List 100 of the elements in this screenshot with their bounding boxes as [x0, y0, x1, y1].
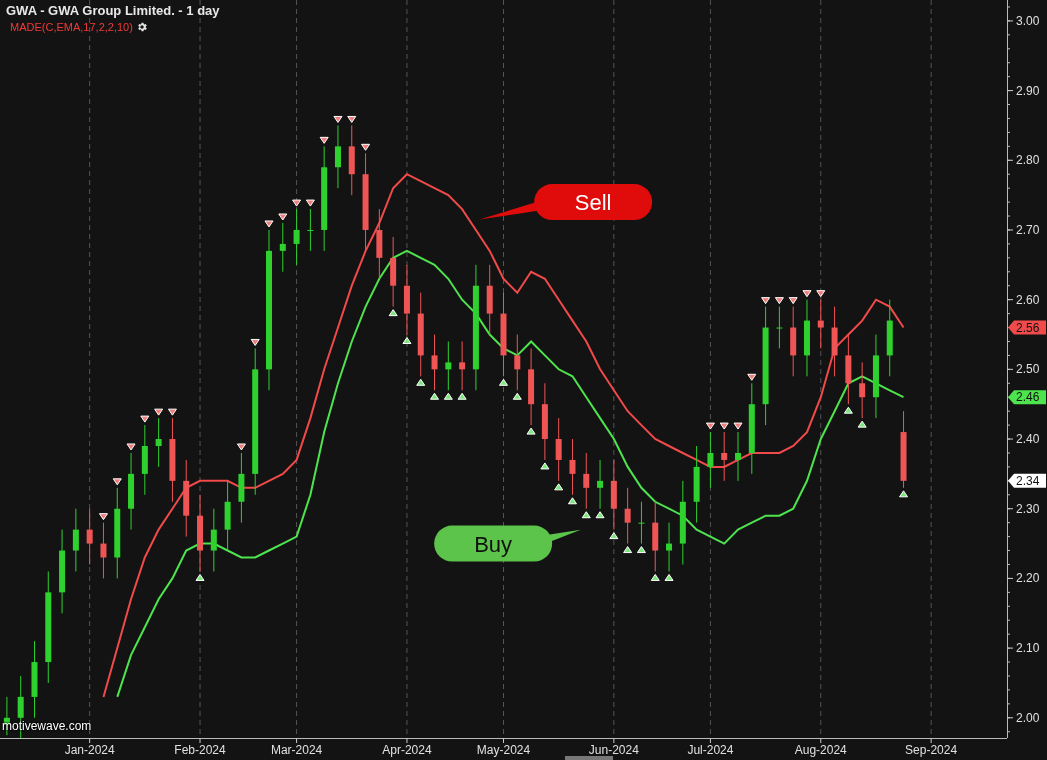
- candlestick: [652, 501, 659, 572]
- candlestick: [293, 208, 300, 266]
- sell-marker-icon: [264, 220, 274, 228]
- buy-marker-icon: [650, 573, 660, 581]
- sell-marker-icon: [774, 297, 784, 305]
- candlestick: [210, 508, 217, 572]
- candlestick: [583, 452, 590, 510]
- buy-marker-icon: [899, 490, 909, 498]
- chart-title: GWA - GWA Group Limited. - 1 day: [6, 3, 220, 18]
- price-axis-label: 2.90: [1016, 83, 1040, 98]
- candlestick: [569, 438, 576, 496]
- sell-marker-icon: [167, 408, 177, 416]
- date-axis-label: Feb-2024: [174, 743, 226, 757]
- price-axis-label: 2.20: [1016, 571, 1040, 586]
- buy-marker-icon: [636, 546, 646, 554]
- date-axis-label: Sep-2024: [905, 743, 958, 757]
- price-axis-label: 2.30: [1016, 501, 1040, 516]
- sell-marker-icon: [305, 199, 315, 207]
- date-axis-label: May-2024: [476, 743, 531, 757]
- sell-marker-icon: [319, 136, 329, 144]
- sell-marker-icon: [278, 213, 288, 221]
- buy-marker-icon: [664, 573, 674, 581]
- candlestick: [459, 340, 466, 391]
- candlestick: [707, 431, 714, 489]
- callout-label: Sell: [574, 190, 612, 216]
- candlestick: [72, 508, 79, 572]
- sell-marker-icon: [347, 115, 357, 123]
- buy-marker-icon: [857, 420, 867, 428]
- price-tag-value: 2.56: [1016, 320, 1040, 335]
- candlestick: [445, 340, 452, 391]
- candlestick: [238, 452, 245, 524]
- buy-marker-icon: [554, 483, 564, 491]
- sell-marker-icon: [719, 422, 729, 430]
- buy-marker-icon: [430, 392, 440, 400]
- candlestick: [431, 334, 438, 391]
- candlestick: [721, 431, 728, 482]
- candlestick: [845, 334, 852, 405]
- candlestick: [390, 236, 397, 308]
- sell-marker-icon: [816, 290, 826, 298]
- buy-marker-icon: [402, 337, 412, 344]
- candlestick: [307, 208, 314, 252]
- candlestick: [831, 306, 838, 377]
- candlestick: [514, 334, 521, 391]
- buy-marker-icon: [195, 573, 205, 581]
- buy-marker-icon: [843, 406, 853, 414]
- sell-marker-icon: [705, 422, 715, 430]
- sell-marker-icon: [292, 199, 302, 207]
- buy-marker-icon: [526, 427, 536, 435]
- candlestick: [403, 264, 410, 335]
- buy-marker-icon: [443, 392, 453, 400]
- date-axis-label: Mar-2024: [270, 743, 323, 757]
- sell-marker-icon: [802, 290, 812, 298]
- candlestick: [224, 480, 231, 552]
- date-axis-label: Jan-2024: [64, 743, 115, 757]
- buy-marker-icon: [457, 392, 467, 400]
- candlestick: [86, 508, 93, 565]
- date-axis-label: Apr-2024: [382, 743, 432, 757]
- date-axis-label: Aug-2024: [794, 743, 847, 757]
- date-axis-label: Jun-2024: [588, 743, 639, 757]
- callout-label: Buy: [474, 531, 513, 557]
- candlestick: [555, 417, 562, 482]
- buy-marker-icon: [388, 309, 398, 317]
- price-tag-value: 2.46: [1016, 390, 1040, 405]
- candlestick: [597, 459, 604, 510]
- buy-marker-icon: [416, 378, 426, 386]
- candlestick: [348, 124, 355, 196]
- price-axis-label: 2.80: [1016, 153, 1040, 168]
- candlestick: [638, 501, 645, 545]
- settings-icon[interactable]: [135, 21, 148, 33]
- sell-marker-icon: [761, 297, 771, 305]
- candlestick: [486, 264, 493, 335]
- sell-marker-icon: [112, 478, 122, 486]
- candlestick: [776, 306, 783, 349]
- candlestick: [100, 522, 107, 579]
- candlestick: [155, 417, 162, 468]
- candlestick: [334, 124, 341, 189]
- sell-marker-icon: [98, 513, 108, 521]
- candlestick: [790, 306, 797, 377]
- scrollbar-handle[interactable]: [565, 756, 613, 760]
- buy-marker-icon: [595, 511, 605, 519]
- sell-marker-icon: [747, 373, 757, 381]
- sell-marker-icon: [154, 408, 164, 416]
- buy-marker-icon: [623, 546, 633, 554]
- candlestick: [279, 222, 286, 273]
- sell-marker-icon: [788, 297, 798, 305]
- buy-marker-icon: [499, 378, 508, 386]
- price-axis-label: 3.00: [1016, 13, 1040, 28]
- buy-marker-icon: [567, 497, 577, 505]
- sell-marker-icon: [126, 443, 136, 451]
- buy-marker-icon: [609, 532, 619, 540]
- candlestick: [817, 299, 824, 349]
- sell-marker-icon: [236, 443, 246, 451]
- price-axis-label: 2.60: [1016, 292, 1040, 307]
- sell-marker-icon: [733, 422, 743, 430]
- price-axis-label: 2.70: [1016, 222, 1040, 237]
- candlestick: [624, 487, 631, 545]
- candlestick: [376, 208, 383, 280]
- candlestick: [141, 424, 148, 496]
- price-axis-label: 2.00: [1016, 710, 1040, 725]
- price-axis-label: 2.40: [1016, 432, 1040, 447]
